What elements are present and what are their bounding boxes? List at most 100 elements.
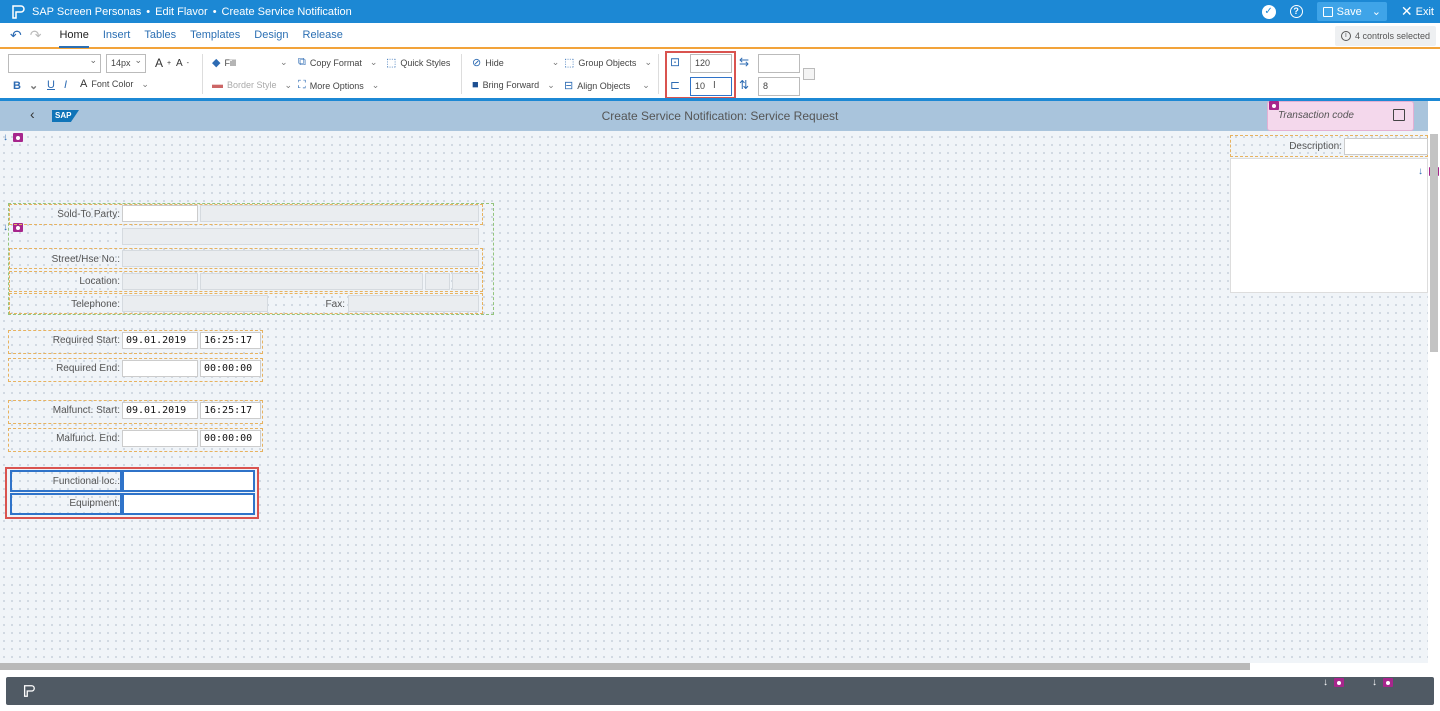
ribbon: 14px A+ A- B ⌄ U I A Font Color ⌄ ◆ Fill… <box>0 50 1440 99</box>
chevron-down-icon: ⌄ <box>551 57 560 67</box>
visibility-icon[interactable] <box>1383 678 1393 687</box>
left-position-input[interactable]: 10 <box>690 77 732 96</box>
design-canvas[interactable] <box>0 101 1428 663</box>
width-icon: ⇆ <box>739 55 750 69</box>
sold-to-party-label: Sold-To Party: <box>57 209 120 220</box>
transaction-name: Create Service Notification <box>221 5 352 18</box>
fill-label: Fill <box>224 57 236 68</box>
height-input[interactable]: 8 <box>758 77 800 96</box>
hide-button[interactable]: ⊘ Hide ⌄ <box>472 56 559 69</box>
exit-label: Exit <box>1415 5 1434 18</box>
sold-to-party-input[interactable] <box>122 205 198 222</box>
visibility-icon[interactable] <box>1334 678 1344 687</box>
tab-home[interactable]: Home <box>59 22 89 48</box>
copy-format-icon: ⧉ <box>298 56 306 68</box>
city-input <box>200 273 423 290</box>
font-color-button[interactable]: A Font Color ⌄ <box>80 78 149 90</box>
copy-format-button[interactable]: ⧉ Copy Format ⌄ <box>298 56 377 69</box>
bring-forward-icon: ■ <box>472 79 479 91</box>
region-input <box>452 273 479 290</box>
address-name-2 <box>122 228 479 245</box>
personas-logo-icon[interactable] <box>22 684 36 698</box>
equipment-label: Equipment: <box>69 498 120 509</box>
personas-logo-icon <box>12 4 25 19</box>
chevron-down-icon: ⌄ <box>547 79 555 90</box>
required-end-time-input[interactable]: 00:00:00 <box>200 360 261 377</box>
more-options-label: More Options <box>309 80 364 91</box>
tab-bar: ↶ ↷ Home Insert Tables Templates Design … <box>0 23 1440 49</box>
top-position-input[interactable]: 120 <box>690 54 732 73</box>
required-end-label: Required End: <box>56 363 120 374</box>
more-options-button[interactable]: ⛶ More Options ⌄ <box>298 79 379 92</box>
arrow-down-icon: ↓ <box>1418 166 1423 177</box>
save-button[interactable]: Save ⌄ <box>1316 2 1387 21</box>
decrease-font-icon[interactable]: A- <box>176 58 189 69</box>
chevron-down-icon[interactable]: ⌄ <box>1372 5 1381 18</box>
screen-title: Create Service Notification: Service Req… <box>601 109 839 123</box>
left-position-icon: ⊏ <box>670 78 681 92</box>
malfunct-end-time-input[interactable]: 00:00:00 <box>200 430 261 447</box>
increase-font-icon[interactable]: A + <box>155 56 171 70</box>
group-objects-button[interactable]: ⬚ Group Objects ⌄ <box>564 56 652 69</box>
font-color-icon: A <box>80 78 88 90</box>
required-end-date-input[interactable] <box>122 360 198 377</box>
malfunct-end-date-input[interactable] <box>122 430 198 447</box>
chevron-down-icon: ⌄ <box>369 57 378 67</box>
arrow-down-icon: ↓ <box>1323 677 1328 688</box>
font-family-select[interactable] <box>8 52 101 73</box>
bring-forward-button[interactable]: ■ Bring Forward ⌄ <box>472 79 555 91</box>
telephone-label: Telephone: <box>71 299 120 310</box>
font-color-label: Font Color <box>91 79 134 89</box>
redo-icon[interactable]: ↷ <box>30 27 42 44</box>
vertical-scrollbar[interactable] <box>1430 134 1438 352</box>
horizontal-scrollbar[interactable] <box>0 663 1250 670</box>
top-position-icon: ⊡ <box>670 55 681 69</box>
tab-templates[interactable]: Templates <box>190 22 240 48</box>
screen-header: ‹ SAP Create Service Notification: Servi… <box>0 101 1428 131</box>
tab-tables[interactable]: Tables <box>144 22 176 48</box>
tab-design[interactable]: Design <box>254 22 288 48</box>
quick-styles-icon: ⬚ <box>386 57 397 69</box>
help-icon[interactable]: ? <box>1289 5 1303 18</box>
enter-icon[interactable] <box>1393 109 1405 121</box>
quick-styles-label: Quick Styles <box>400 57 451 68</box>
quick-styles-button[interactable]: ⬚ Quick Styles <box>386 56 450 69</box>
visibility-icon[interactable] <box>1269 101 1279 110</box>
fax-label: Fax: <box>325 299 345 310</box>
group-objects-label: Group Objects <box>578 57 637 68</box>
check-status-icon[interactable]: ✓ <box>1261 4 1276 19</box>
arrow-down-icon: ↓ <box>3 132 8 143</box>
separator-dot: • <box>146 5 151 18</box>
italic-icon[interactable]: I <box>64 79 67 91</box>
required-start-time-input[interactable]: 16:25:17 <box>200 332 261 349</box>
street-input <box>122 250 479 267</box>
underline-icon[interactable]: U <box>47 79 55 91</box>
chevron-down-icon: ⌄ <box>279 57 288 67</box>
chevron-down-icon: ⌄ <box>642 80 650 90</box>
functional-loc-input[interactable] <box>122 470 255 492</box>
visibility-icon[interactable] <box>13 133 23 142</box>
fill-button[interactable]: ◆ Fill ⌄ <box>212 56 288 69</box>
lock-aspect-icon[interactable] <box>803 68 815 80</box>
align-objects-button[interactable]: ⊟ Align Objects ⌄ <box>564 79 650 92</box>
malfunct-start-time-input[interactable]: 16:25:17 <box>200 402 261 419</box>
bold-icon[interactable]: B ⌄ <box>13 79 38 93</box>
required-start-date-input[interactable]: 09.01.2019 <box>122 332 198 349</box>
malfunct-start-date-input[interactable]: 09.01.2019 <box>122 402 198 419</box>
fill-icon: ◆ <box>212 57 221 69</box>
telephone-input <box>122 295 268 312</box>
tab-release[interactable]: Release <box>303 22 343 48</box>
equipment-input[interactable] <box>122 493 255 515</box>
font-size-select[interactable]: 14px <box>106 52 146 73</box>
undo-icon[interactable]: ↶ <box>10 27 22 44</box>
selection-info: i 4 controls selected <box>1334 26 1436 46</box>
border-style-button[interactable]: ▬ Border Style ⌄ <box>212 79 292 91</box>
width-input[interactable] <box>758 54 800 73</box>
exit-button[interactable]: ✕ Exit <box>1401 3 1434 20</box>
description-input[interactable] <box>1344 138 1428 155</box>
description-textarea[interactable] <box>1230 158 1428 293</box>
functional-loc-label: Functional loc.: <box>52 476 120 487</box>
transaction-code-field[interactable]: Transaction code <box>1267 101 1414 131</box>
tab-insert[interactable]: Insert <box>103 22 131 48</box>
height-icon: ⇅ <box>739 78 750 92</box>
